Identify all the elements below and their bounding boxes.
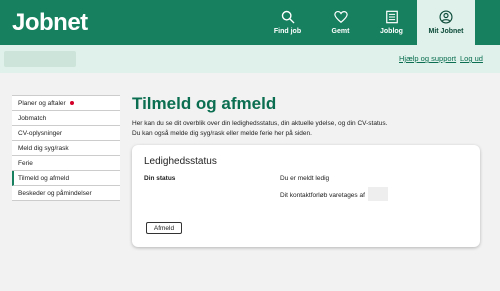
contact-text: Dit kontaktforløb varetages af [280, 192, 365, 199]
redacted-contact-name [368, 187, 388, 201]
intro-line-1: Her kan du se dit overblik over din ledi… [132, 120, 388, 127]
sidebar-item-beskeder[interactable]: Beskeder og påmindelser [12, 186, 120, 201]
intro-line-2: Du kan også melde dig syg/rask eller mel… [132, 130, 312, 137]
nav-gemt-label: Gemt [331, 28, 350, 35]
sidebar-item-label: Ferie [18, 159, 33, 167]
sidebar-item-tilmeld-og-afmeld[interactable]: Tilmeld og afmeld [12, 171, 120, 186]
help-support-link[interactable]: Hjælp og support [399, 54, 456, 63]
sidebar-item-label: Tilmeld og afmeld [18, 174, 70, 182]
afmeld-button[interactable]: Afmeld [146, 222, 182, 234]
sidebar-item-jobmatch[interactable]: Jobmatch [12, 111, 120, 126]
sidebar-item-label: Meld dig syg/rask [18, 144, 69, 152]
status-label: Din status [144, 175, 176, 182]
nav-mit-jobnet[interactable]: Mit Jobnet [417, 0, 475, 45]
status-value: Du er meldt ledig [280, 175, 330, 182]
sidebar-item-meld-syg-rask[interactable]: Meld dig syg/rask [12, 141, 120, 156]
sidebar-item-label: Jobmatch [18, 114, 47, 122]
page-title: Tilmeld og afmeld [132, 94, 277, 113]
search-icon [281, 10, 294, 24]
ledighedsstatus-card: Ledighedsstatus Din status Du er meldt l… [132, 145, 480, 247]
side-menu: Planer og aftaler Jobmatch CV-oplysninge… [12, 95, 120, 201]
sidebar-item-label: Planer og aftaler [18, 99, 66, 107]
nav-gemt[interactable]: Gemt [318, 0, 363, 45]
list-icon [385, 10, 398, 24]
notification-dot [69, 101, 74, 105]
sub-header-bar: Hjælp og support Log ud [0, 45, 500, 73]
sidebar-item-label: Beskeder og påmindelser [18, 189, 92, 197]
sidebar-item-planer-og-aftaler[interactable]: Planer og aftaler [12, 96, 120, 111]
sidebar-item-label: CV-oplysninger [18, 129, 63, 137]
sidebar-item-ferie[interactable]: Ferie [12, 156, 120, 171]
card-title: Ledighedsstatus [144, 156, 217, 167]
nav-mit-jobnet-label: Mit Jobnet [428, 28, 464, 35]
nav-joblog-label: Joblog [380, 28, 403, 35]
nav-joblog[interactable]: Joblog [369, 0, 414, 45]
nav-find-job[interactable]: Find job [265, 0, 310, 45]
jobnet-logo[interactable]: Jobnet [12, 9, 88, 37]
nav-find-job-label: Find job [273, 28, 302, 35]
user-name-block [4, 51, 76, 67]
sidebar-item-cv-oplysninger[interactable]: CV-oplysninger [12, 126, 120, 141]
top-navigation-bar: Jobnet Find job Gemt Joblog Mit Jobnet [0, 0, 500, 45]
intro-text: Her kan du se dit overblik over din ledi… [132, 119, 472, 139]
user-icon [439, 10, 453, 24]
logout-link[interactable]: Log ud [460, 54, 483, 63]
heart-icon [333, 10, 348, 24]
